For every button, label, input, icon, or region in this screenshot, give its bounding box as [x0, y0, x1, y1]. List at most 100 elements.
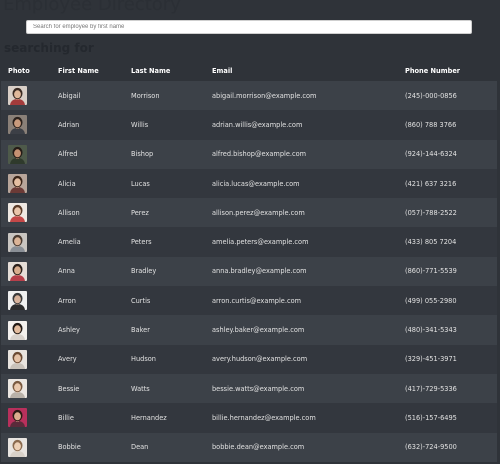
employee-photo [8, 261, 27, 281]
first-name-cell: Billie [58, 413, 74, 422]
table-row: Ashley Baker ashley.baker@example.com (480)… [1, 315, 497, 345]
last-name-cell: Curtis [131, 296, 151, 305]
photo-cell [1, 227, 51, 256]
photo-cell [1, 286, 51, 315]
photo-cell [1, 110, 51, 139]
first-name-cell: Abigail [58, 91, 81, 100]
table-row: Allison Perez allison.perez@example.com (05… [1, 198, 497, 228]
table-row: Bessie Watts bessie.watts@example.com (417)… [1, 373, 497, 404]
employee-photo [8, 86, 27, 106]
phone-cell: (516)-157-6495 [405, 413, 457, 422]
column-header-email[interactable]: Email [205, 60, 398, 81]
email-cell: bessie.watts@example.com [212, 384, 305, 393]
last-name-cell: Perez [131, 208, 149, 217]
phone-cell: (057)-788-2522 [405, 208, 457, 217]
last-name-cell: Bradley [131, 267, 157, 276]
employee-photo [8, 232, 27, 252]
phone-cell: (924)-144-6324 [405, 150, 457, 159]
first-name-cell: Bobbie [58, 443, 81, 452]
table-header-row: Photo First Name Last Name Email Phone N… [1, 60, 497, 81]
last-name-cell: Peters [131, 238, 152, 247]
photo-cell [1, 257, 51, 286]
first-name-cell: Allison [58, 208, 80, 217]
email-cell: abigail.morrison@example.com [212, 91, 317, 100]
email-cell: allison.perez@example.com [212, 208, 305, 217]
first-name-cell: Ashley [58, 326, 80, 335]
phone-cell: (632)-724-9500 [405, 443, 457, 452]
search-status-label: searching for [4, 41, 94, 55]
table-row: Anna Bradley anna.bradley@example.com (860)… [1, 256, 497, 287]
photo-cell [1, 140, 51, 169]
last-name-cell: Watts [131, 384, 150, 393]
email-cell: ashley.baker@example.com [212, 326, 305, 335]
last-name-cell: Hernandez [131, 413, 167, 422]
phone-cell: (860) 788 3766 [405, 120, 457, 129]
phone-cell: (329)-451-3971 [405, 355, 457, 364]
first-name-cell: Alicia [58, 179, 76, 188]
search-input[interactable] [26, 20, 472, 34]
employee-photo [8, 174, 27, 194]
page-title: Employee Directory [3, 0, 181, 15]
employee-photo [8, 320, 27, 340]
phone-cell: (480)-341-5343 [405, 326, 457, 335]
photo-cell [1, 169, 51, 198]
first-name-cell: Arron [58, 296, 76, 305]
table-row: Avery Hudson avery.hudson@example.com (329)… [1, 344, 497, 374]
photo-cell [1, 198, 51, 227]
table-row: Amelia Peters amelia.peters@example.com (43… [1, 227, 497, 257]
last-name-cell: Lucas [131, 179, 150, 188]
phone-cell: (421) 637 3216 [405, 179, 457, 188]
email-cell: avery.hudson@example.com [212, 355, 308, 364]
column-header-photo[interactable]: Photo [1, 60, 51, 81]
email-cell: billie.hernandez@example.com [212, 413, 316, 422]
first-name-cell: Anna [58, 267, 75, 276]
phone-cell: (860)-771-5539 [405, 267, 457, 276]
photo-cell [1, 81, 51, 110]
column-header-first-name[interactable]: First Name [51, 60, 124, 81]
employee-photo [8, 408, 27, 428]
last-name-cell: Dean [131, 443, 149, 452]
employee-table: Photo First Name Last Name Email Phone N… [1, 60, 497, 462]
email-cell: adrian.willis@example.com [212, 120, 303, 129]
photo-cell [1, 345, 51, 374]
last-name-cell: Baker [131, 326, 150, 335]
table-header: Photo First Name Last Name Email Phone N… [1, 60, 497, 81]
column-header-last-name[interactable]: Last Name [124, 60, 205, 81]
employee-photo [8, 437, 27, 457]
email-cell: amelia.peters@example.com [212, 238, 309, 247]
photo-cell [1, 374, 51, 403]
last-name-cell: Willis [131, 120, 149, 129]
phone-cell: (499) 055-2980 [405, 296, 457, 305]
table-row: Billie Hernandez billie.hernandez@example.… [1, 403, 497, 433]
table-body: Abigail Morrison abigail.morrison@example.… [1, 81, 497, 462]
column-header-phone-number[interactable]: Phone Number [398, 60, 497, 81]
phone-cell: (417)-729-5336 [405, 384, 457, 393]
first-name-cell: Avery [58, 355, 77, 364]
email-cell: anna.bradley@example.com [212, 267, 307, 276]
employee-photo [8, 291, 27, 311]
table-row: Abigail Morrison abigail.morrison@example.… [1, 81, 497, 111]
phone-cell: (433) 805 7204 [405, 238, 457, 247]
last-name-cell: Hudson [131, 355, 156, 364]
email-cell: alfred.bishop@example.com [212, 150, 307, 159]
employee-photo [8, 115, 27, 135]
first-name-cell: Alfred [58, 150, 78, 159]
table-row: Alicia Lucas alicia.lucas@example.com (421)… [1, 168, 497, 199]
employee-photo [8, 144, 27, 164]
table-row: Alfred Bishop alfred.bishop@example.com (92… [1, 139, 497, 169]
last-name-cell: Morrison [131, 91, 160, 100]
phone-cell: (245)-000-0856 [405, 91, 457, 100]
last-name-cell: Bishop [131, 150, 154, 159]
first-name-cell: Amelia [58, 238, 81, 247]
employee-photo [8, 203, 27, 223]
table-row: Bobbie Dean bobbie.dean@example.com (632)-7… [1, 432, 497, 462]
email-cell: alicia.lucas@example.com [212, 179, 300, 188]
email-cell: bobbie.dean@example.com [212, 443, 305, 452]
employee-photo [8, 349, 27, 369]
table-row: Adrian Willis adrian.willis@example.com (86… [1, 110, 497, 140]
first-name-cell: Adrian [58, 120, 80, 129]
photo-cell [1, 403, 51, 432]
table-row: Arron Curtis arron.curtis@example.com (499)… [1, 286, 497, 316]
employee-directory-app: Employee Directory searching for Photo F… [0, 0, 500, 464]
photo-cell [1, 315, 51, 344]
